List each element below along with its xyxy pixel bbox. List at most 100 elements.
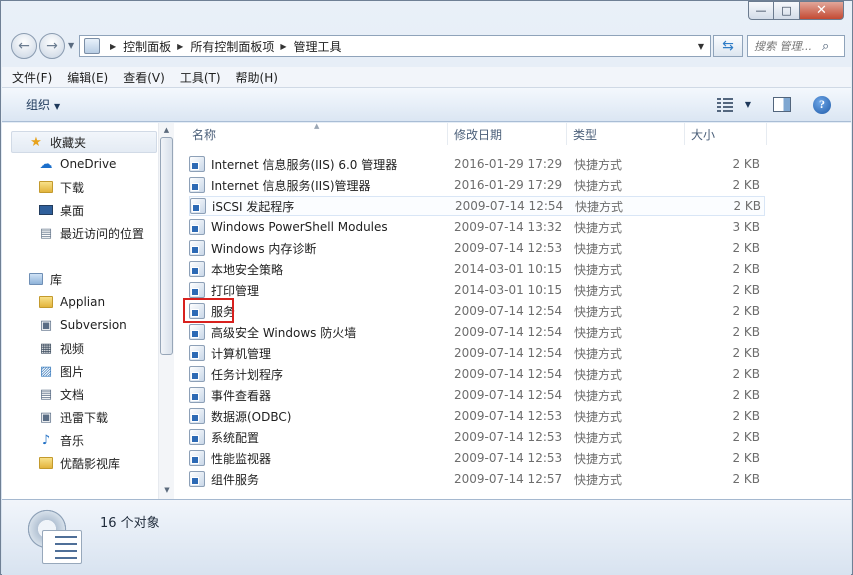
file-row[interactable]: 性能监视器 2009-07-14 12:53 快捷方式 2 KB — [189, 448, 765, 468]
sidebar-item-xunlei[interactable]: ▣ 迅雷下载 — [38, 407, 108, 427]
view-details-icon[interactable] — [716, 97, 735, 112]
file-row[interactable]: iSCSI 发起程序 2009-07-14 12:54 快捷方式 2 KB — [189, 196, 765, 216]
recent-places-icon: ▤ — [39, 225, 53, 241]
sidebar-item-libraries[interactable]: 库 — [28, 269, 62, 289]
menu-file[interactable]: 文件(F) — [12, 69, 52, 86]
sidebar-item-downloads[interactable]: 下载 — [38, 177, 84, 197]
shortcut-icon — [189, 345, 205, 361]
help-button[interactable]: ? — [813, 95, 831, 114]
sidebar-item-onedrive[interactable]: ☁ OneDrive — [38, 154, 117, 174]
file-size: 2 KB — [732, 157, 760, 171]
scrollbar-thumb[interactable] — [160, 137, 173, 355]
file-date: 2009-07-14 13:32 — [454, 220, 563, 234]
refresh-button[interactable]: ⇆ — [713, 35, 743, 57]
breadcrumb-item[interactable]: 所有控制面板项 — [190, 38, 274, 55]
column-header-date[interactable]: 修改日期 — [448, 123, 567, 145]
desktop-icon — [38, 202, 54, 218]
sidebar-item-subversion[interactable]: ▣ Subversion — [38, 315, 127, 335]
search-input[interactable] — [748, 39, 822, 53]
file-date: 2009-07-14 12:54 — [454, 388, 563, 402]
file-name: 计算机管理 — [211, 346, 272, 361]
file-type: 快捷方式 — [574, 367, 623, 382]
breadcrumb-item[interactable]: 管理工具 — [294, 38, 342, 55]
file-type: 快捷方式 — [574, 220, 623, 235]
scroll-down-icon[interactable]: ▼ — [159, 483, 175, 497]
file-row[interactable]: Windows 内存诊断 2009-07-14 12:53 快捷方式 2 KB — [189, 238, 765, 258]
view-options-chevron-icon[interactable]: ▼ — [745, 100, 751, 109]
sidebar-item-favorites[interactable]: ★ 收藏夹 — [28, 132, 86, 152]
menu-help[interactable]: 帮助(H) — [236, 69, 278, 86]
scroll-up-icon[interactable]: ▲ — [159, 123, 174, 137]
shortcut-icon — [189, 429, 205, 445]
breadcrumb-separator-icon[interactable]: ▶ — [177, 42, 183, 51]
sidebar-item-desktop[interactable]: 桌面 — [38, 200, 84, 220]
breadcrumb-separator-icon[interactable]: ▶ — [110, 42, 116, 51]
folder-icon — [38, 455, 54, 471]
file-row[interactable]: 事件查看器 2009-07-14 12:54 快捷方式 2 KB — [189, 385, 765, 405]
file-row[interactable]: Windows PowerShell Modules 2009-07-14 13:… — [189, 217, 765, 237]
menu-edit[interactable]: 编辑(E) — [67, 69, 108, 86]
file-size: 2 KB — [732, 451, 760, 465]
breadcrumb-item[interactable]: 控制面板 — [123, 38, 171, 55]
file-row[interactable]: 系统配置 2009-07-14 12:53 快捷方式 2 KB — [189, 427, 765, 447]
address-dropdown-icon[interactable]: ▼ — [698, 42, 704, 51]
address-bar[interactable]: ▶ 控制面板 ▶ 所有控制面板项 ▶ 管理工具 ▼ — [79, 35, 711, 57]
preview-pane-button[interactable] — [773, 97, 791, 112]
file-size: 2 KB — [732, 367, 760, 381]
file-row[interactable]: 组件服务 2009-07-14 12:57 快捷方式 2 KB — [189, 469, 765, 489]
column-header-type[interactable]: 类型 — [567, 123, 685, 145]
file-type: 快捷方式 — [574, 241, 623, 256]
video-icon: ▦ — [39, 340, 53, 356]
file-name: 事件查看器 — [211, 388, 272, 403]
forward-button[interactable]: → — [39, 33, 65, 59]
maximize-button[interactable]: □ — [774, 1, 800, 20]
column-header-size[interactable]: 大小 — [685, 123, 767, 145]
file-name: 数据源(ODBC) — [211, 409, 292, 424]
file-row[interactable]: 任务计划程序 2009-07-14 12:54 快捷方式 2 KB — [189, 364, 765, 384]
sidebar-scrollbar[interactable]: ▲ ▼ — [158, 123, 174, 499]
organize-button[interactable]: 组织 ▼ — [26, 96, 60, 113]
sidebar-item-youku[interactable]: 优酷影视库 — [38, 453, 120, 473]
file-row[interactable]: 计算机管理 2009-07-14 12:54 快捷方式 2 KB — [189, 343, 765, 363]
file-size: 2 KB — [732, 241, 760, 255]
menu-view[interactable]: 查看(V) — [123, 69, 165, 86]
file-date: 2009-07-14 12:53 — [454, 241, 563, 255]
recent-pages-dropdown[interactable]: ▼ — [68, 41, 74, 50]
minimize-button[interactable]: — — [748, 1, 774, 20]
file-date: 2009-07-14 12:53 — [454, 409, 563, 423]
search-box[interactable]: ⌕ — [747, 35, 845, 57]
search-icon[interactable]: ⌕ — [822, 39, 829, 54]
sidebar-item-pictures[interactable]: ▨ 图片 — [38, 361, 84, 381]
file-row[interactable]: 打印管理 2014-03-01 10:15 快捷方式 2 KB — [189, 280, 765, 300]
shortcut-icon — [189, 450, 205, 466]
file-row[interactable]: Internet 信息服务(IIS)管理器 2016-01-29 17:29 快捷方… — [189, 175, 765, 195]
menu-tools[interactable]: 工具(T) — [180, 69, 221, 86]
explorer-window: — □ ✕ ← → ▼ ▶ 控制面板 ▶ 所有控制面板项 ▶ 管理工具 ▼ ⇆ … — [0, 0, 853, 575]
file-size: 2 KB — [732, 283, 760, 297]
file-name: 打印管理 — [211, 283, 260, 298]
sidebar-item-videos[interactable]: ▦ 视频 — [38, 338, 84, 358]
sidebar-item-recent[interactable]: ▤ 最近访问的位置 — [38, 223, 144, 243]
file-row[interactable]: 本地安全策略 2014-03-01 10:15 快捷方式 2 KB — [189, 259, 765, 279]
file-row[interactable]: 数据源(ODBC) 2009-07-14 12:53 快捷方式 2 KB — [189, 406, 765, 426]
navigation-bar: ← → ▼ ▶ 控制面板 ▶ 所有控制面板项 ▶ 管理工具 ▼ ⇆ ⌕ — [9, 32, 845, 60]
sidebar-item-applian[interactable]: Applian — [38, 292, 105, 312]
sidebar-item-label: 文档 — [60, 387, 85, 402]
file-row[interactable]: 高级安全 Windows 防火墙 2009-07-14 12:54 快捷方式 2 KB — [189, 322, 765, 342]
column-header-name[interactable]: 名称 — [186, 123, 448, 145]
file-type: 快捷方式 — [575, 199, 624, 214]
sidebar-item-label: Subversion — [60, 318, 127, 332]
close-button[interactable]: ✕ — [800, 1, 844, 20]
file-type: 快捷方式 — [574, 430, 623, 445]
sidebar-item-music[interactable]: ♪ 音乐 — [38, 430, 84, 450]
file-size: 2 KB — [732, 262, 760, 276]
back-button[interactable]: ← — [11, 33, 37, 59]
breadcrumb-separator-icon[interactable]: ▶ — [280, 42, 286, 51]
file-row[interactable]: 服务 2009-07-14 12:54 快捷方式 2 KB — [189, 301, 765, 321]
toolbar-right-group: ▼ ? — [716, 95, 831, 114]
sidebar-item-documents[interactable]: ▤ 文档 — [38, 384, 84, 404]
file-row[interactable]: Internet 信息服务(IIS) 6.0 管理器 2016-01-29 17:… — [189, 154, 765, 174]
file-date: 2009-07-14 12:53 — [454, 451, 563, 465]
download-folder-icon — [38, 179, 54, 195]
file-size: 2 KB — [732, 388, 760, 402]
